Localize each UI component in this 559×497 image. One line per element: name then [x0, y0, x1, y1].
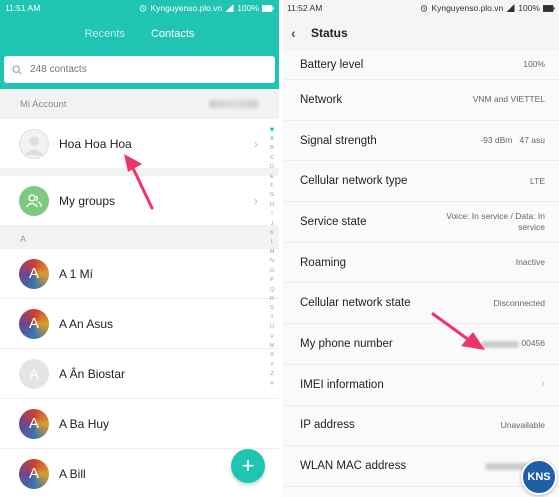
section-header: A — [0, 225, 279, 249]
back-arrow-icon[interactable]: ‹ — [291, 25, 311, 41]
page-header: ‹ Status — [283, 16, 559, 50]
alphabet-index[interactable]: ♥ A B C D E F G H I J K L M N O P Q R S T U V W X Y Z # — [268, 125, 276, 389]
status-row-signal-strength: Signal strength -93 dBm 47 asu — [283, 121, 559, 162]
status-time: 11:52 AM — [287, 3, 323, 13]
status-row-network-state: Cellular network state Disconnected — [283, 283, 559, 325]
index-letter[interactable]: W — [269, 342, 274, 351]
search-icon — [12, 64, 22, 75]
status-row-wlan-mac: WLAN MAC address — [283, 446, 559, 487]
groups-row[interactable]: My groups › — [0, 176, 279, 225]
contact-row[interactable]: A A An Asus — [0, 299, 279, 348]
status-row-imei[interactable]: IMEI information › — [283, 365, 559, 406]
chevron-right-icon: › — [254, 136, 258, 151]
status-battery: 100% — [237, 3, 259, 13]
chevron-right-icon: › — [541, 378, 545, 391]
avatar: A — [19, 258, 49, 289]
avatar: A — [19, 308, 49, 339]
contact-name: A Ba Huy — [59, 416, 110, 431]
index-letter[interactable]: Y — [270, 361, 274, 370]
profile-row[interactable]: Hoa Hoa Hoa › — [0, 119, 279, 168]
index-letter[interactable]: Q — [270, 286, 274, 295]
index-letter[interactable]: B — [270, 144, 274, 153]
index-letter[interactable]: F — [270, 182, 273, 191]
index-letter[interactable]: C — [270, 154, 274, 163]
avatar — [19, 128, 49, 159]
index-letter[interactable]: I — [271, 210, 273, 219]
status-battery: 100% — [518, 3, 540, 13]
index-letter[interactable]: U — [270, 323, 274, 332]
index-letter[interactable]: A — [270, 135, 274, 144]
alarm-icon — [421, 5, 428, 12]
index-letter[interactable]: H — [270, 201, 274, 210]
index-letter[interactable]: V — [270, 333, 274, 342]
contact-row[interactable]: A A Ba Huy — [0, 399, 279, 448]
phone-number-suffix: 00456 — [521, 338, 545, 349]
status-bar: 11:52 AM Kynguyenso.plo.vn 100% — [283, 0, 559, 16]
battery-icon — [262, 4, 274, 12]
battery-icon — [543, 4, 555, 12]
search-input[interactable] — [30, 64, 230, 75]
account-label: Mi Account — [20, 98, 67, 110]
add-contact-button[interactable]: + — [231, 449, 265, 483]
index-letter[interactable]: D — [270, 163, 274, 172]
watermark-logo: KNS — [521, 459, 557, 495]
contact-name: A An Asus — [59, 316, 114, 331]
group-icon — [25, 193, 43, 207]
index-letter[interactable]: E — [270, 173, 274, 182]
contacts-screen: 11:51 AM Kynguyenso.plo.vn 100% Recents … — [0, 0, 279, 497]
status-screen: 11:52 AM Kynguyenso.plo.vn 100% ‹ Status… — [283, 0, 559, 497]
tab-recents[interactable]: Recents — [85, 28, 125, 40]
status-row-network: Network VNM and VIETTEL — [283, 80, 559, 121]
status-time: 11:51 AM — [5, 3, 41, 13]
phone-number-blurred — [481, 340, 520, 348]
index-letter[interactable]: P — [270, 276, 274, 285]
index-letter[interactable]: S — [270, 304, 274, 313]
index-letter[interactable]: R — [270, 295, 274, 304]
avatar: A — [19, 458, 49, 489]
index-letter[interactable]: O — [270, 267, 274, 276]
index-letter[interactable]: N — [270, 257, 274, 266]
index-letter[interactable]: J — [271, 220, 274, 229]
index-letter[interactable]: X — [270, 351, 274, 360]
contact-name: A Ân Biostar — [59, 366, 126, 381]
person-icon — [24, 136, 44, 155]
page-title: Status — [311, 26, 348, 40]
avatar: A — [19, 358, 49, 389]
alarm-icon — [140, 5, 147, 12]
contact-name: A Bill — [59, 466, 86, 481]
tab-contacts[interactable]: Contacts — [151, 28, 194, 40]
index-letter[interactable]: M — [270, 248, 275, 257]
status-row-network-type: Cellular network type LTE — [283, 161, 559, 203]
status-list: Battery level 100% Network VNM and VIETT… — [283, 50, 559, 487]
contact-row[interactable]: A A Ân Biostar — [0, 349, 279, 398]
contact-name: A 1 Mí — [59, 266, 94, 281]
tab-bar: Recents Contacts — [0, 16, 279, 52]
status-row-roaming: Roaming Inactive — [283, 243, 559, 284]
account-header: Mi Account — [0, 89, 279, 119]
index-letter[interactable]: T — [270, 314, 273, 323]
index-letter[interactable]: Z — [270, 370, 273, 379]
index-letter[interactable]: G — [270, 191, 274, 200]
avatar — [19, 185, 49, 216]
signal-icon — [225, 4, 234, 12]
status-row-phone-number: My phone number 00456 — [283, 324, 559, 365]
groups-label: My groups — [59, 193, 116, 208]
status-bar: 11:51 AM Kynguyenso.plo.vn 100% — [0, 0, 279, 16]
status-row-service-state: Service state Voice: In service / Data: … — [283, 202, 559, 243]
index-letter[interactable]: K — [270, 229, 274, 238]
status-row-battery-level: Battery level 100% — [283, 50, 559, 80]
favorites-heart-icon[interactable]: ♥ — [270, 125, 275, 135]
chevron-right-icon: › — [254, 193, 258, 208]
signal-icon — [506, 4, 515, 12]
contact-row[interactable]: A A 1 Mí — [0, 249, 279, 298]
status-site: Kynguyenso.plo.vn — [431, 3, 504, 13]
status-row-ip-address: IP address Unavailable — [283, 406, 559, 447]
status-site: Kynguyenso.plo.vn — [150, 3, 223, 13]
search-bar[interactable] — [4, 56, 275, 83]
profile-name: Hoa Hoa Hoa — [59, 136, 132, 151]
avatar: A — [19, 408, 49, 439]
account-id-blurred — [209, 100, 259, 108]
index-letter[interactable]: L — [270, 238, 273, 247]
index-letter[interactable]: # — [270, 380, 273, 389]
